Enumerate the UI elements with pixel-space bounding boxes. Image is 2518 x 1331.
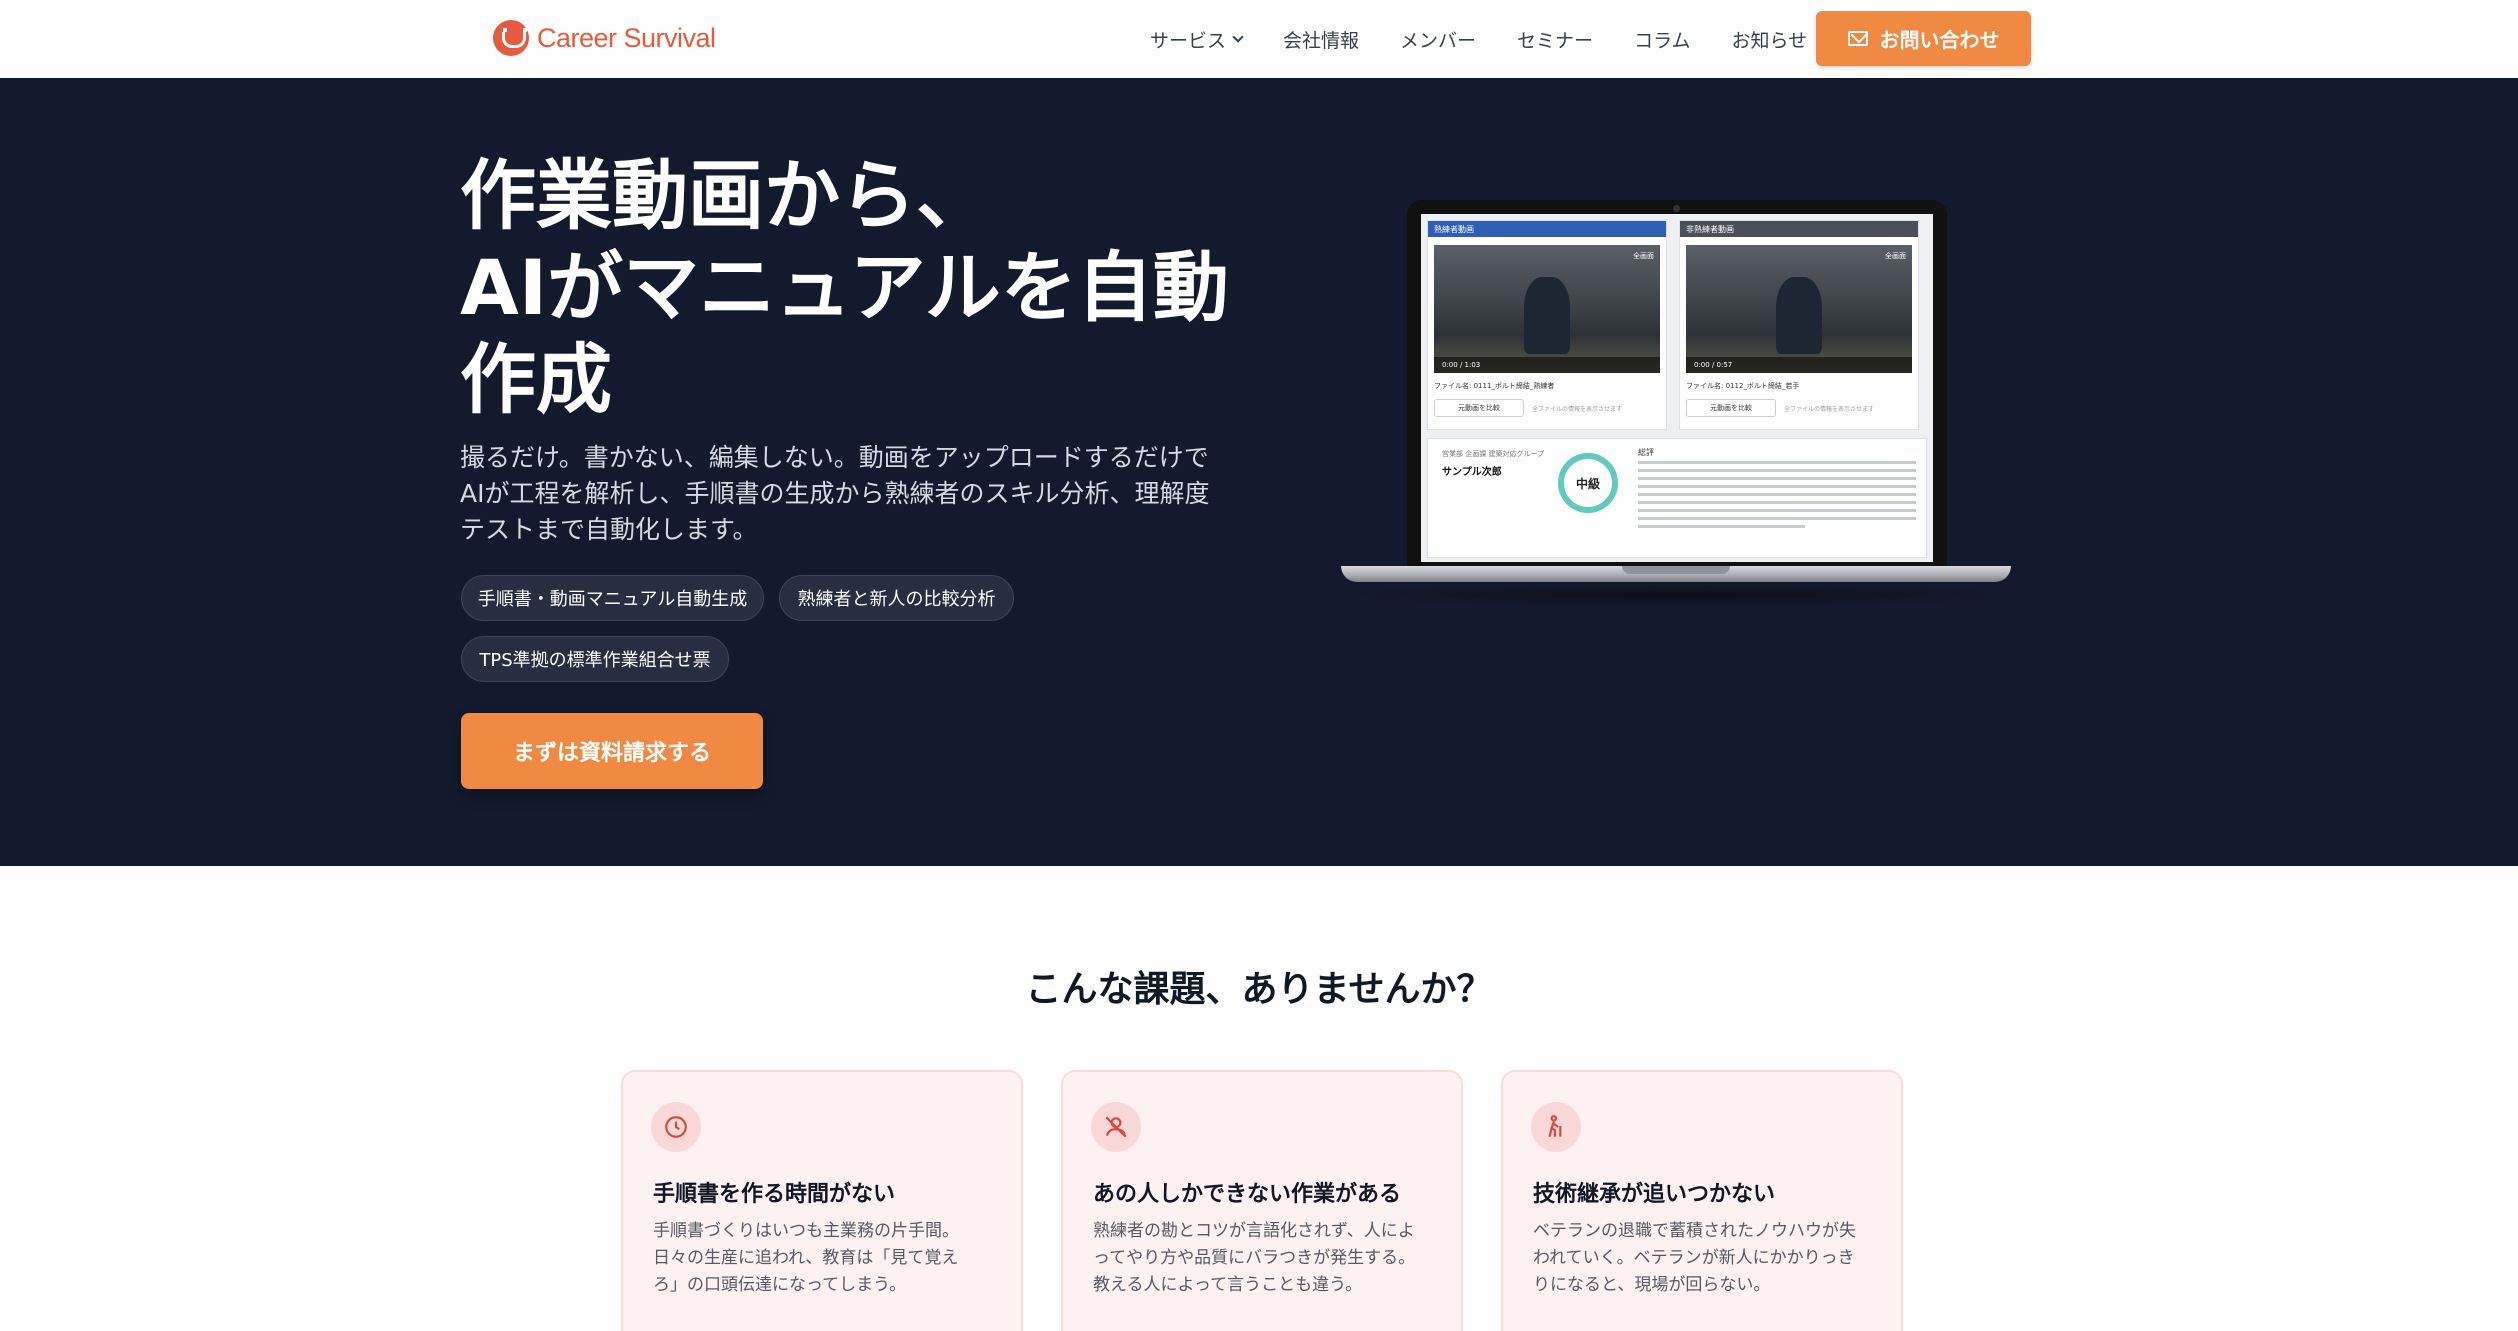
body-line: 手順書づくりはいつも主業務の片手間。: [653, 1221, 959, 1241]
laptop-notch: [1622, 566, 1730, 574]
feature-chip: TPS準拠の標準作業組合せ票: [461, 636, 729, 682]
contact-button[interactable]: お問い合わせ: [1816, 11, 2031, 66]
body-line: ろ」の口頭伝達になってしまう。: [653, 1275, 907, 1295]
problem-card-body: 熟練者の勘とコツが言語化されず、人によ ってやり方や品質にバラつきが発生する。 …: [1093, 1218, 1443, 1299]
contact-button-label: お問い合わせ: [1879, 28, 2000, 52]
video-player: 全画面 0:00 / 1:03: [1434, 245, 1660, 373]
hero-subtitle-line: 撮るだけ。書かない、編集しない。動画をアップロードするだけで: [460, 443, 1209, 472]
laptop-mockup: 熟練者動画 全画面 0:00 / 1:03 ファイル名: 0111_ボルト締結_…: [1407, 200, 1947, 568]
logo-text: Career Survival: [537, 22, 716, 53]
panel-header: 非熟練者動画: [1680, 221, 1918, 237]
problem-card-body: 手順書づくりはいつも主業務の片手間。 日々の生産に追われ、教育は「見て覚え ろ」…: [653, 1218, 1003, 1299]
body-line: ってやり方や品質にバラつきが発生する。: [1093, 1248, 1416, 1268]
result-group: 営業部 企画課 建築対応グループ: [1442, 450, 1545, 458]
problem-card-title: 手順書を作る時間がない: [653, 1182, 896, 1207]
problem-card-body: ベテランの退職で蓄積されたノウハウが失 われていく。ベテランが新人にかかりっき …: [1533, 1218, 1883, 1299]
panel-note: 全ファイルの情報を表示させます: [1784, 406, 1875, 413]
site-header: Career Survival サービス 会社情報 メンバー セミナー コラム …: [0, 0, 2518, 78]
body-line: ベテランの退職で蓄積されたノウハウが失: [1533, 1221, 1856, 1241]
hero-title-line: AIがマニュアルを自動: [460, 243, 1229, 332]
file-name: ファイル名: 0111_ボルト締結_熟練者: [1434, 382, 1555, 390]
logo-mark-icon: [493, 20, 529, 56]
body-line: 教える人によって言うことも違う。: [1093, 1275, 1363, 1295]
panel-header: 熟練者動画: [1428, 221, 1666, 237]
hero-subtitle-line: AIが工程を解析し、手順書の生成から熟練者のスキル分析、理解度: [460, 479, 1210, 508]
feature-chip: 手順書・動画マニュアル自動生成: [461, 575, 764, 621]
fullscreen-label: 全画面: [1633, 252, 1654, 260]
panel-note: 全ファイルの情報を表示させます: [1532, 406, 1623, 413]
person-off-icon: [1091, 1102, 1141, 1152]
expert-video-panel: 熟練者動画 全画面 0:00 / 1:03 ファイル名: 0111_ボルト締結_…: [1427, 220, 1667, 430]
compare-button: 元動画を比較: [1686, 399, 1776, 417]
body-line: りになると、現場が回らない。: [1533, 1275, 1771, 1295]
compare-button: 元動画を比較: [1434, 399, 1524, 417]
elderly-person-icon: [1531, 1102, 1581, 1152]
hero-title-line: 作成: [460, 335, 612, 424]
nav-item-label: サービス: [1150, 29, 1227, 52]
hero-subtitle-line: テストまで自動化します。: [460, 515, 758, 544]
result-name: サンプル次郎: [1442, 467, 1502, 478]
body-line: 熟練者の勘とコツが言語化されず、人によ: [1093, 1221, 1415, 1241]
mail-icon: [1847, 31, 1868, 46]
feature-chip: 熟練者と新人の比較分析: [779, 575, 1014, 621]
problem-card-title: 技術継承が追いつかない: [1533, 1182, 1776, 1207]
problems-title: こんな課題、ありませんか？: [1025, 969, 1493, 1010]
problem-card-title: あの人しかできない作業がある: [1093, 1182, 1402, 1207]
video-time: 0:00 / 0:57: [1686, 357, 1912, 373]
hero-title-line: 作業動画から、: [460, 151, 992, 240]
level-gauge: 中級: [1558, 453, 1618, 513]
nav-item-column[interactable]: コラム: [1634, 26, 1690, 53]
video-time: 0:00 / 1:03: [1434, 357, 1660, 373]
camera-icon: [1673, 205, 1680, 212]
result-panel: 営業部 企画課 建築対応グループ サンプル次郎 中級 総評: [1427, 438, 1927, 558]
problem-card: あの人しかできない作業がある 熟練者の勘とコツが言語化されず、人によ ってやり方…: [1061, 1070, 1463, 1331]
fullscreen-label: 全画面: [1885, 252, 1906, 260]
nav-item-members[interactable]: メンバー: [1400, 26, 1476, 53]
body-line: われていく。ベテランが新人にかかりっき: [1533, 1248, 1855, 1268]
nav-item-seminar[interactable]: セミナー: [1517, 26, 1593, 53]
nav-item-news[interactable]: お知らせ: [1732, 26, 1808, 53]
main-nav: サービス 会社情報 メンバー セミナー コラム お知らせ: [1150, 0, 1848, 78]
chevron-down-icon: [1232, 30, 1244, 43]
nav-item-company[interactable]: 会社情報: [1283, 26, 1359, 53]
review-text: [1638, 461, 1916, 533]
file-name: ファイル名: 0112_ボルト締結_若手: [1686, 382, 1800, 390]
review-label: 総評: [1638, 448, 1654, 457]
logo[interactable]: Career Survival: [493, 18, 716, 58]
laptop-shadow: [1330, 582, 2030, 608]
clock-icon: [651, 1102, 701, 1152]
body-line: 日々の生産に追われ、教育は「見て覚え: [653, 1248, 959, 1268]
problem-card: 手順書を作る時間がない 手順書づくりはいつも主業務の片手間。 日々の生産に追われ…: [621, 1070, 1023, 1331]
novice-video-panel: 非熟練者動画 全画面 0:00 / 0:57 ファイル名: 0112_ボルト締結…: [1679, 220, 1919, 430]
problem-card: 技術継承が追いつかない ベテランの退職で蓄積されたノウハウが失 われていく。ベテ…: [1501, 1070, 1903, 1331]
hero-subtitle: 撮るだけ。書かない、編集しない。動画をアップロードするだけで AIが工程を解析し…: [460, 440, 1240, 548]
app-screenshot: 熟練者動画 全画面 0:00 / 1:03 ファイル名: 0111_ボルト締結_…: [1421, 214, 1933, 562]
video-player: 全画面 0:00 / 0:57: [1686, 245, 1912, 373]
nav-item-services[interactable]: サービス: [1150, 26, 1244, 53]
hero-title: 作業動画から、 AIがマニュアルを自動 作成: [460, 150, 1260, 426]
request-docs-button[interactable]: まずは資料請求する: [461, 713, 763, 789]
hero-section: 作業動画から、 AIがマニュアルを自動 作成 撮るだけ。書かない、編集しない。動…: [0, 78, 2518, 866]
